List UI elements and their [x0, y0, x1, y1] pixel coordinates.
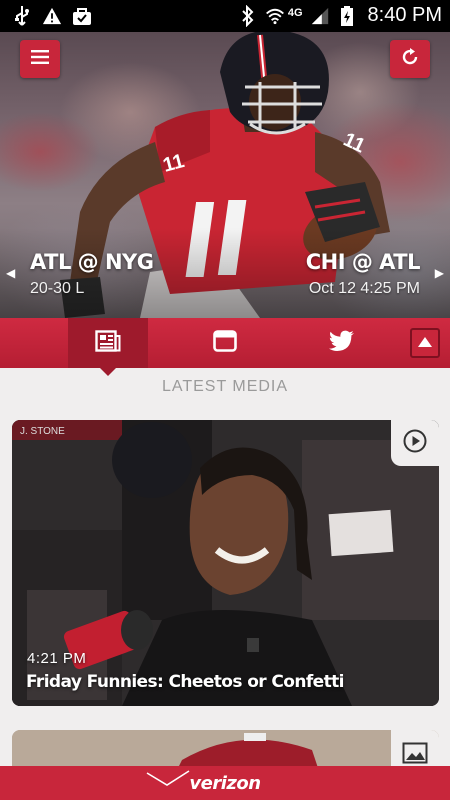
- next-game-time: Oct 12 4:25 PM: [308, 280, 420, 297]
- media-time: 4:21 PM: [27, 650, 87, 667]
- network-label: 4G: [287, 6, 303, 19]
- tab-twitter[interactable]: [302, 318, 382, 368]
- usb-icon: [12, 5, 32, 27]
- battery-icon: [337, 5, 357, 27]
- clock: 8:40 PM: [367, 4, 442, 26]
- tab-news[interactable]: [68, 318, 148, 376]
- previous-game-result: 20-30 L: [30, 280, 85, 297]
- twitter-icon: [329, 330, 355, 357]
- next-game[interactable]: CHI @ ATL Oct 12 4:25 PM: [305, 250, 421, 298]
- game-hero[interactable]: 11 11 ◀ ATL @ NYG 20-30 L CHI @ ATL Oct …: [0, 32, 450, 318]
- play-icon: [403, 429, 427, 458]
- status-bar: 4G 8:40 PM: [0, 0, 450, 32]
- collapse-button[interactable]: [410, 328, 440, 358]
- media-title: Friday Funnies: Cheetos or Confetti: [26, 672, 344, 692]
- wifi-icon: [265, 5, 285, 27]
- video-badge: [391, 420, 439, 466]
- bag-icon: [72, 5, 92, 27]
- brand-label: verizon: [189, 772, 261, 794]
- signal-icon: [310, 5, 330, 27]
- section-title: LATEST MEDIA: [161, 378, 289, 395]
- refresh-button[interactable]: [390, 40, 430, 78]
- newspaper-icon: [95, 329, 121, 357]
- verizon-logo: verizon: [147, 769, 261, 794]
- menu-button[interactable]: [20, 40, 60, 78]
- app-screen: 4G 8:40 PM 11 11 ◀ ATL @ NYG 20-30 L CHI…: [0, 0, 450, 800]
- triangle-up-icon: [418, 334, 432, 352]
- media-card[interactable]: J. STONE 4:21 PM Friday Funnies: Cheetos…: [12, 420, 439, 706]
- chevron-left-icon[interactable]: ◀: [6, 266, 15, 280]
- chevron-right-icon[interactable]: ▶: [435, 266, 444, 280]
- image-icon: [402, 742, 428, 769]
- warning-icon: [42, 5, 62, 27]
- previous-game-title: ATL @ NYG: [30, 250, 154, 274]
- tab-bar: [0, 318, 450, 376]
- bluetooth-icon: [238, 4, 258, 27]
- calendar-icon: [213, 329, 237, 357]
- tab-schedule[interactable]: [185, 318, 265, 368]
- sponsor-footer[interactable]: verizon: [0, 766, 450, 800]
- svg-text:J. STONE: J. STONE: [20, 426, 65, 437]
- refresh-icon: [400, 47, 420, 72]
- menu-icon: [31, 49, 49, 69]
- previous-game[interactable]: ATL @ NYG 20-30 L: [30, 250, 154, 298]
- next-game-title: CHI @ ATL: [305, 250, 421, 274]
